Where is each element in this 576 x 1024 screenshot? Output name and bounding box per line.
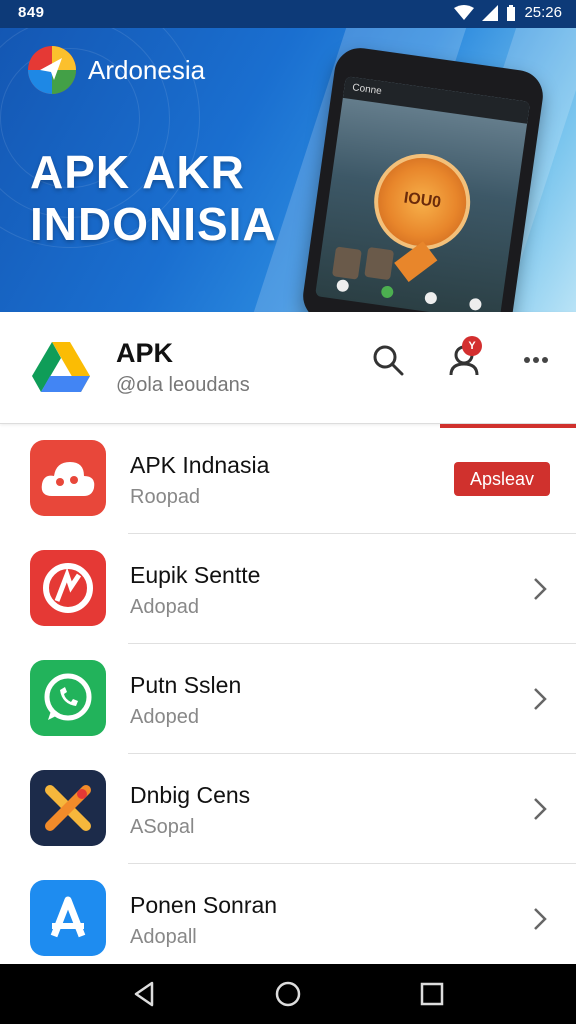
page-subtitle: @ola leoudans: [116, 374, 250, 396]
cloud-icon: [30, 440, 106, 516]
app-store-icon: [30, 880, 106, 956]
status-time-right: 25:26: [524, 4, 562, 21]
home-icon[interactable]: [274, 980, 302, 1008]
list-item-subtitle: ASopal: [130, 816, 195, 838]
chevron-right-icon[interactable]: [530, 906, 550, 932]
banner-title-line2: INDONISIA: [30, 198, 277, 250]
system-nav-bar: [0, 964, 576, 1024]
badge-text: IOU0: [402, 189, 443, 212]
list-item[interactable]: Dnbig Cens ASopal: [0, 754, 576, 864]
list-item[interactable]: APK Indnasia Roopad Apsleav: [0, 424, 576, 534]
hero-banner[interactable]: Ardonesia APK AKR INDONISIA Conne IOU0: [0, 28, 576, 312]
install-button[interactable]: Apsleav: [454, 462, 550, 496]
list-item-subtitle: Adoped: [130, 706, 199, 728]
list-item-subtitle: Adopall: [130, 926, 197, 948]
list-item-subtitle: Adopad: [130, 596, 199, 618]
list-item-name: Dnbig Cens: [130, 782, 251, 808]
status-bar: 849 25:26: [0, 0, 576, 28]
x-pen-icon: [30, 770, 106, 846]
chevron-right-icon[interactable]: [530, 796, 550, 822]
search-button[interactable]: [368, 340, 408, 380]
status-time-left: 849: [18, 4, 45, 21]
list-item[interactable]: Ponen Sonran Adopall: [0, 864, 576, 974]
account-button[interactable]: Y: [444, 336, 484, 380]
chevron-right-icon[interactable]: [530, 576, 550, 602]
recents-icon[interactable]: [418, 980, 446, 1008]
list-item-name: Eupik Sentte: [130, 562, 261, 588]
app-dot-icon: [335, 278, 350, 293]
wifi-icon: [454, 4, 475, 20]
page-title: APK: [116, 338, 174, 368]
brand-name: Ardonesia: [88, 54, 206, 85]
back-icon[interactable]: [130, 980, 158, 1008]
phone-screen-header: Conne: [342, 76, 531, 124]
app-dot-icon: [380, 285, 394, 299]
phone-app-dots: [335, 278, 483, 312]
search-icon: [373, 345, 404, 376]
brand-logo-icon: [28, 46, 76, 94]
banner-title: APK AKR INDONISIA: [30, 146, 277, 250]
phone-screen: Conne IOU0: [315, 76, 531, 312]
more-options-button[interactable]: [516, 340, 556, 380]
list-item-name: Putn Sslen: [130, 672, 242, 698]
signal-icon: [482, 4, 499, 21]
drive-logo-icon: [30, 336, 92, 398]
phone-mockup: Conne IOU0: [299, 44, 547, 312]
banner-title-line1: APK AKR: [30, 146, 245, 198]
whatsapp-icon: [30, 660, 106, 736]
chevron-right-icon[interactable]: [530, 686, 550, 712]
person-thumbnail: [331, 246, 362, 280]
app-dot-icon: [468, 297, 483, 312]
red-swirl-icon: [30, 550, 106, 626]
badge-icon: IOU0: [367, 147, 477, 257]
person-thumbnail: [364, 246, 395, 281]
more-horizontal-icon: [524, 357, 548, 363]
battery-icon: [507, 4, 516, 21]
app-dot-icon: [424, 291, 438, 305]
list-item-name: Ponen Sonran: [130, 892, 278, 918]
list-item[interactable]: Putn Sslen Adoped: [0, 644, 576, 754]
list-item-subtitle: Roopad: [130, 486, 201, 508]
brand: Ardonesia: [26, 44, 205, 96]
notification-badge: Y: [462, 336, 482, 356]
phone-screen-label: Conne: [351, 82, 383, 98]
list-item-name: APK Indnasia: [130, 452, 270, 478]
status-icons: 25:26: [454, 4, 562, 21]
list-item[interactable]: Eupik Sentte Adopad: [0, 534, 576, 644]
app-header: APK @ola leoudans Y: [0, 312, 576, 424]
